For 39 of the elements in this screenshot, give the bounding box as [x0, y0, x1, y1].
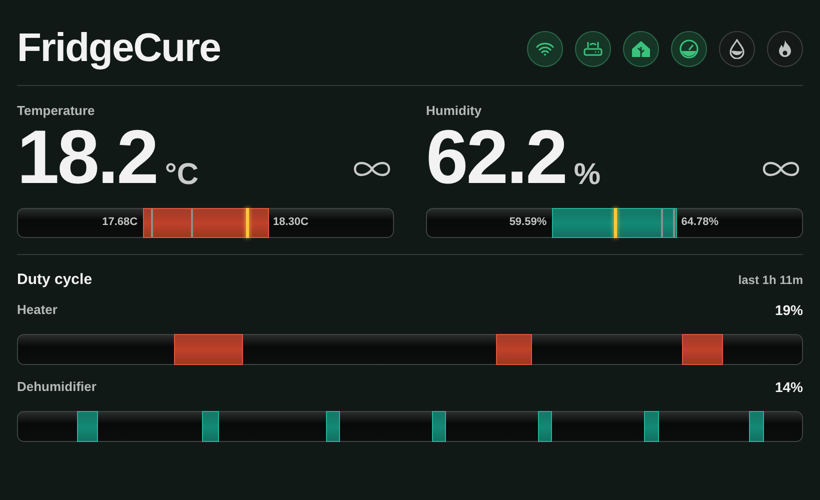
on-period — [326, 411, 340, 442]
on-period — [432, 411, 446, 442]
range-high: 64.78% — [681, 216, 719, 228]
on-period — [749, 411, 764, 442]
section-title: Duty cycle — [17, 271, 92, 288]
unit-label: % — [574, 158, 601, 192]
duty-percent: 14% — [774, 379, 803, 395]
water-drop-icon — [729, 38, 745, 58]
on-period — [496, 334, 532, 365]
on-period — [644, 411, 659, 442]
range-low: 17.68C — [102, 216, 138, 228]
range-low: 59.59% — [509, 216, 547, 228]
on-period — [538, 411, 552, 442]
range-high: 18.30C — [273, 216, 308, 228]
status-button[interactable] — [575, 30, 611, 66]
duty-label: Heater — [17, 302, 58, 318]
period-label: last 1h 11m — [738, 272, 803, 286]
gauge-icon — [679, 38, 699, 58]
wifi-icon — [536, 42, 554, 56]
house-tree-icon — [631, 40, 651, 58]
on-period — [202, 411, 219, 442]
unit-label: °C — [164, 158, 199, 192]
status-button[interactable] — [527, 30, 563, 66]
status-button[interactable] — [623, 30, 659, 66]
reading-value: 18.2 — [17, 120, 157, 196]
flame-icon — [777, 38, 793, 58]
status-button[interactable] — [767, 30, 803, 66]
duty-percent: 19% — [774, 302, 803, 318]
on-period — [76, 411, 98, 442]
status-button[interactable] — [671, 30, 707, 66]
on-period — [174, 334, 243, 365]
status-button[interactable] — [719, 30, 755, 66]
reading-label: Temperature — [17, 103, 96, 118]
reading-value: 62.2 — [426, 120, 566, 196]
on-period — [682, 334, 723, 365]
router-icon — [583, 40, 603, 56]
reading-label: Humidity — [426, 103, 483, 118]
duty-label: Dehumidifier — [17, 379, 96, 395]
app-title: FridgeCure — [17, 26, 220, 71]
